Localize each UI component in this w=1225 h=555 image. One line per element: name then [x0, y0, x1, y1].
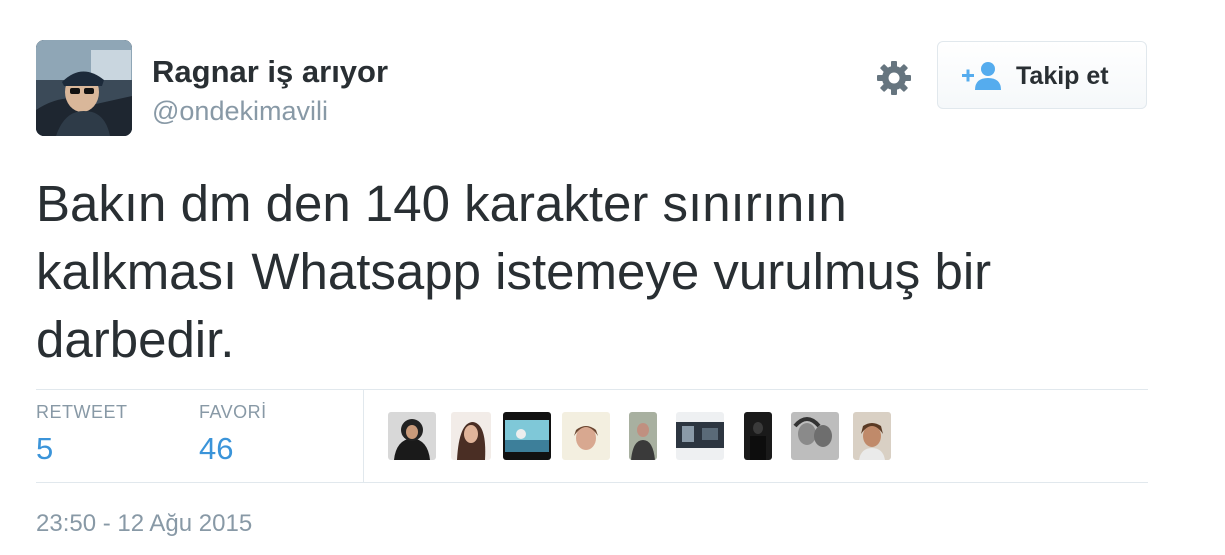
stats-divider-vertical [363, 390, 364, 482]
gear-icon[interactable] [874, 58, 914, 98]
favorite-count: 46 [199, 431, 234, 466]
favorite-stat[interactable]: FAVORİ 46 [199, 402, 267, 467]
author-name[interactable]: Ragnar iş arıyor [152, 54, 388, 90]
stats-divider-bottom [36, 482, 1148, 483]
avatar-image [36, 40, 132, 136]
tweet-text-line: Bakın dm den 140 karakter sınırının [36, 175, 847, 232]
author-avatar[interactable] [36, 40, 132, 136]
tweet-timestamp[interactable]: 23:50 - 12 Ağu 2015 [36, 510, 252, 538]
tweet-text-line: kalkması Whatsapp istemeye vurulmuş bir [36, 243, 992, 300]
retweet-count: 5 [36, 431, 54, 466]
retweet-stat[interactable]: RETWEET 5 [36, 402, 128, 467]
favoriter-avatar[interactable] [853, 412, 891, 460]
author-handle[interactable]: @ondekimavili [152, 96, 328, 127]
follow-label: Takip et [1016, 62, 1109, 90]
follow-button[interactable]: Takip et [937, 41, 1147, 109]
favoriter-avatar[interactable] [451, 412, 491, 460]
retweet-label: RETWEET [36, 402, 128, 422]
tweet-text-line: darbedir. [36, 311, 235, 368]
favoriter-avatar[interactable] [503, 412, 551, 460]
tweet-text: Bakın dm den 140 karakter sınırının kalk… [36, 170, 1146, 374]
favoriter-avatar[interactable] [676, 412, 724, 460]
favoriter-avatar[interactable] [791, 412, 839, 460]
favoriter-avatar[interactable] [562, 412, 610, 460]
favoriter-avatar[interactable] [744, 412, 772, 460]
favoriter-avatar[interactable] [388, 412, 436, 460]
stats-divider-top [36, 389, 1148, 390]
favoriter-avatar[interactable] [629, 412, 657, 460]
add-user-icon [962, 60, 1004, 92]
favorite-label: FAVORİ [199, 402, 267, 422]
